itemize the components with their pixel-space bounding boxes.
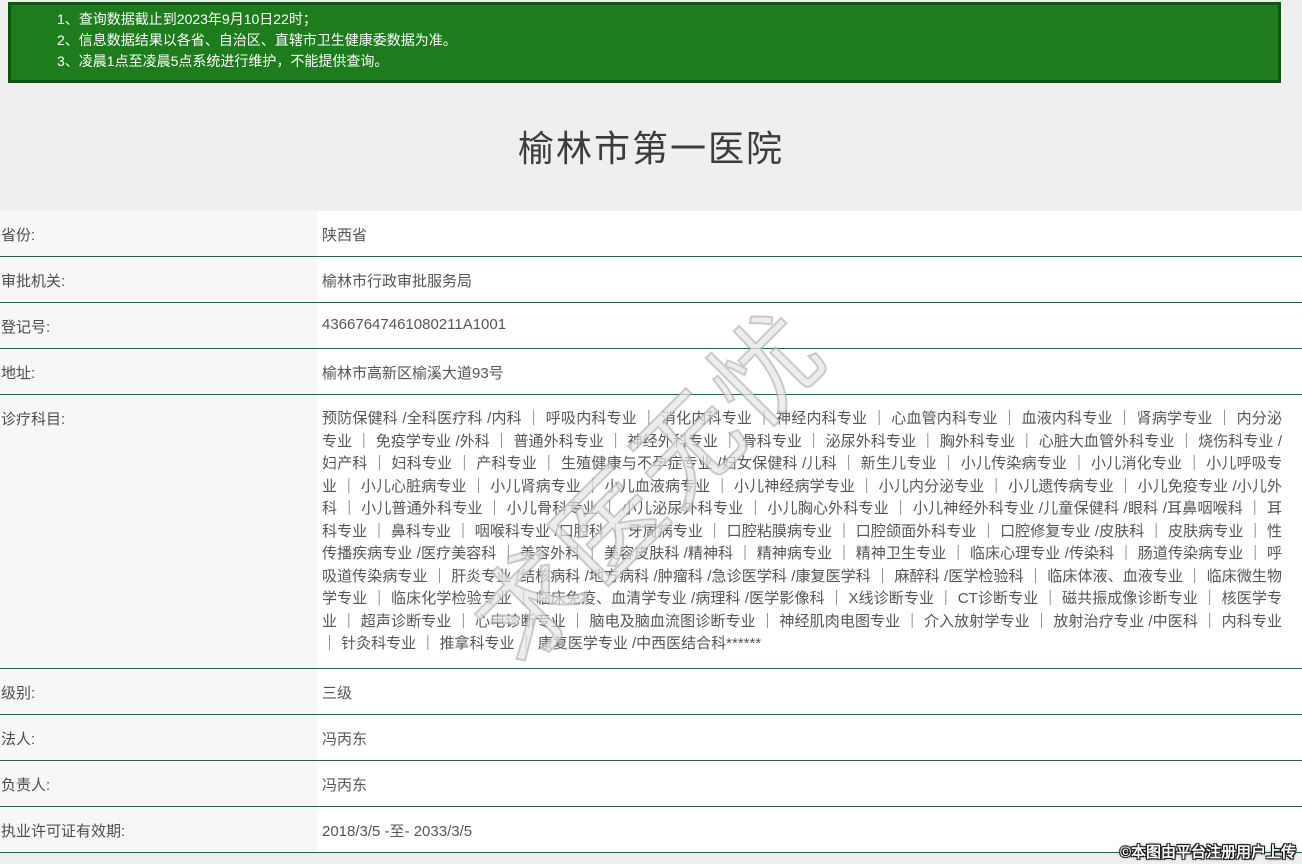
row-value: 43667647461080211A1001 [317,303,1302,348]
notice-banner: 1、查询数据截止到2023年9月10日22时； 2、信息数据结果以各省、自治区、… [8,2,1281,83]
row-value: 冯丙东 [317,760,1302,806]
row-value: 陕西省 [317,211,1302,256]
row-value: 三级 [317,668,1302,714]
table-row-province: 省份: 陕西省 [0,211,1302,257]
row-value: 预防保健科 /全科医疗科 /内科 ｜ 呼吸内科专业 ｜ 消化内科专业 ｜ 神经内… [317,395,1302,668]
table-row-address: 地址: 榆林市高新区榆溪大道93号 [0,349,1302,395]
row-value: 榆林市高新区榆溪大道93号 [317,349,1302,394]
row-label: 法人: [0,714,317,760]
table-row-level: 级别: 三级 [0,668,1302,715]
table-row-legal-person: 法人: 冯丙东 [0,714,1302,761]
row-label: 负责人: [0,760,317,806]
table-row-license-validity: 执业许可证有效期: 2018/3/5 -至- 2033/3/5 [0,806,1302,853]
row-label: 执业许可证有效期: [0,806,317,852]
notice-line-3: 3、凌晨1点至凌晨5点系统进行维护，不能提供查询。 [57,53,389,69]
row-label: 省份: [0,211,317,256]
table-row-registration-number: 登记号: 43667647461080211A1001 [0,303,1302,349]
table-row-person-in-charge: 负责人: 冯丙东 [0,760,1302,807]
row-value: 榆林市行政审批服务局 [317,257,1302,302]
row-label: 级别: [0,668,317,714]
row-label: 登记号: [0,303,317,348]
row-value: 冯丙东 [317,714,1302,760]
row-label: 地址: [0,349,317,394]
uploader-watermark: ©本图由平台注册用户上传 [1119,844,1296,861]
table-row-approval-authority: 审批机关: 榆林市行政审批服务局 [0,257,1302,303]
title-section: 榆林市第一医院 [0,80,1302,211]
row-label: 诊疗科目: [0,395,317,668]
page-title: 榆林市第一医院 [517,127,784,169]
hospital-info-table: 省份: 陕西省 审批机关: 榆林市行政审批服务局 登记号: 4366764746… [0,211,1302,853]
row-label: 审批机关: [0,257,317,302]
notice-line-2: 2、信息数据结果以各省、自治区、直辖市卫生健康委数据为准。 [57,32,457,48]
notice-line-1: 1、查询数据截止到2023年9月10日22时； [57,11,317,27]
table-row-medical-subjects: 诊疗科目: 预防保健科 /全科医疗科 /内科 ｜ 呼吸内科专业 ｜ 消化内科专业… [0,395,1302,669]
